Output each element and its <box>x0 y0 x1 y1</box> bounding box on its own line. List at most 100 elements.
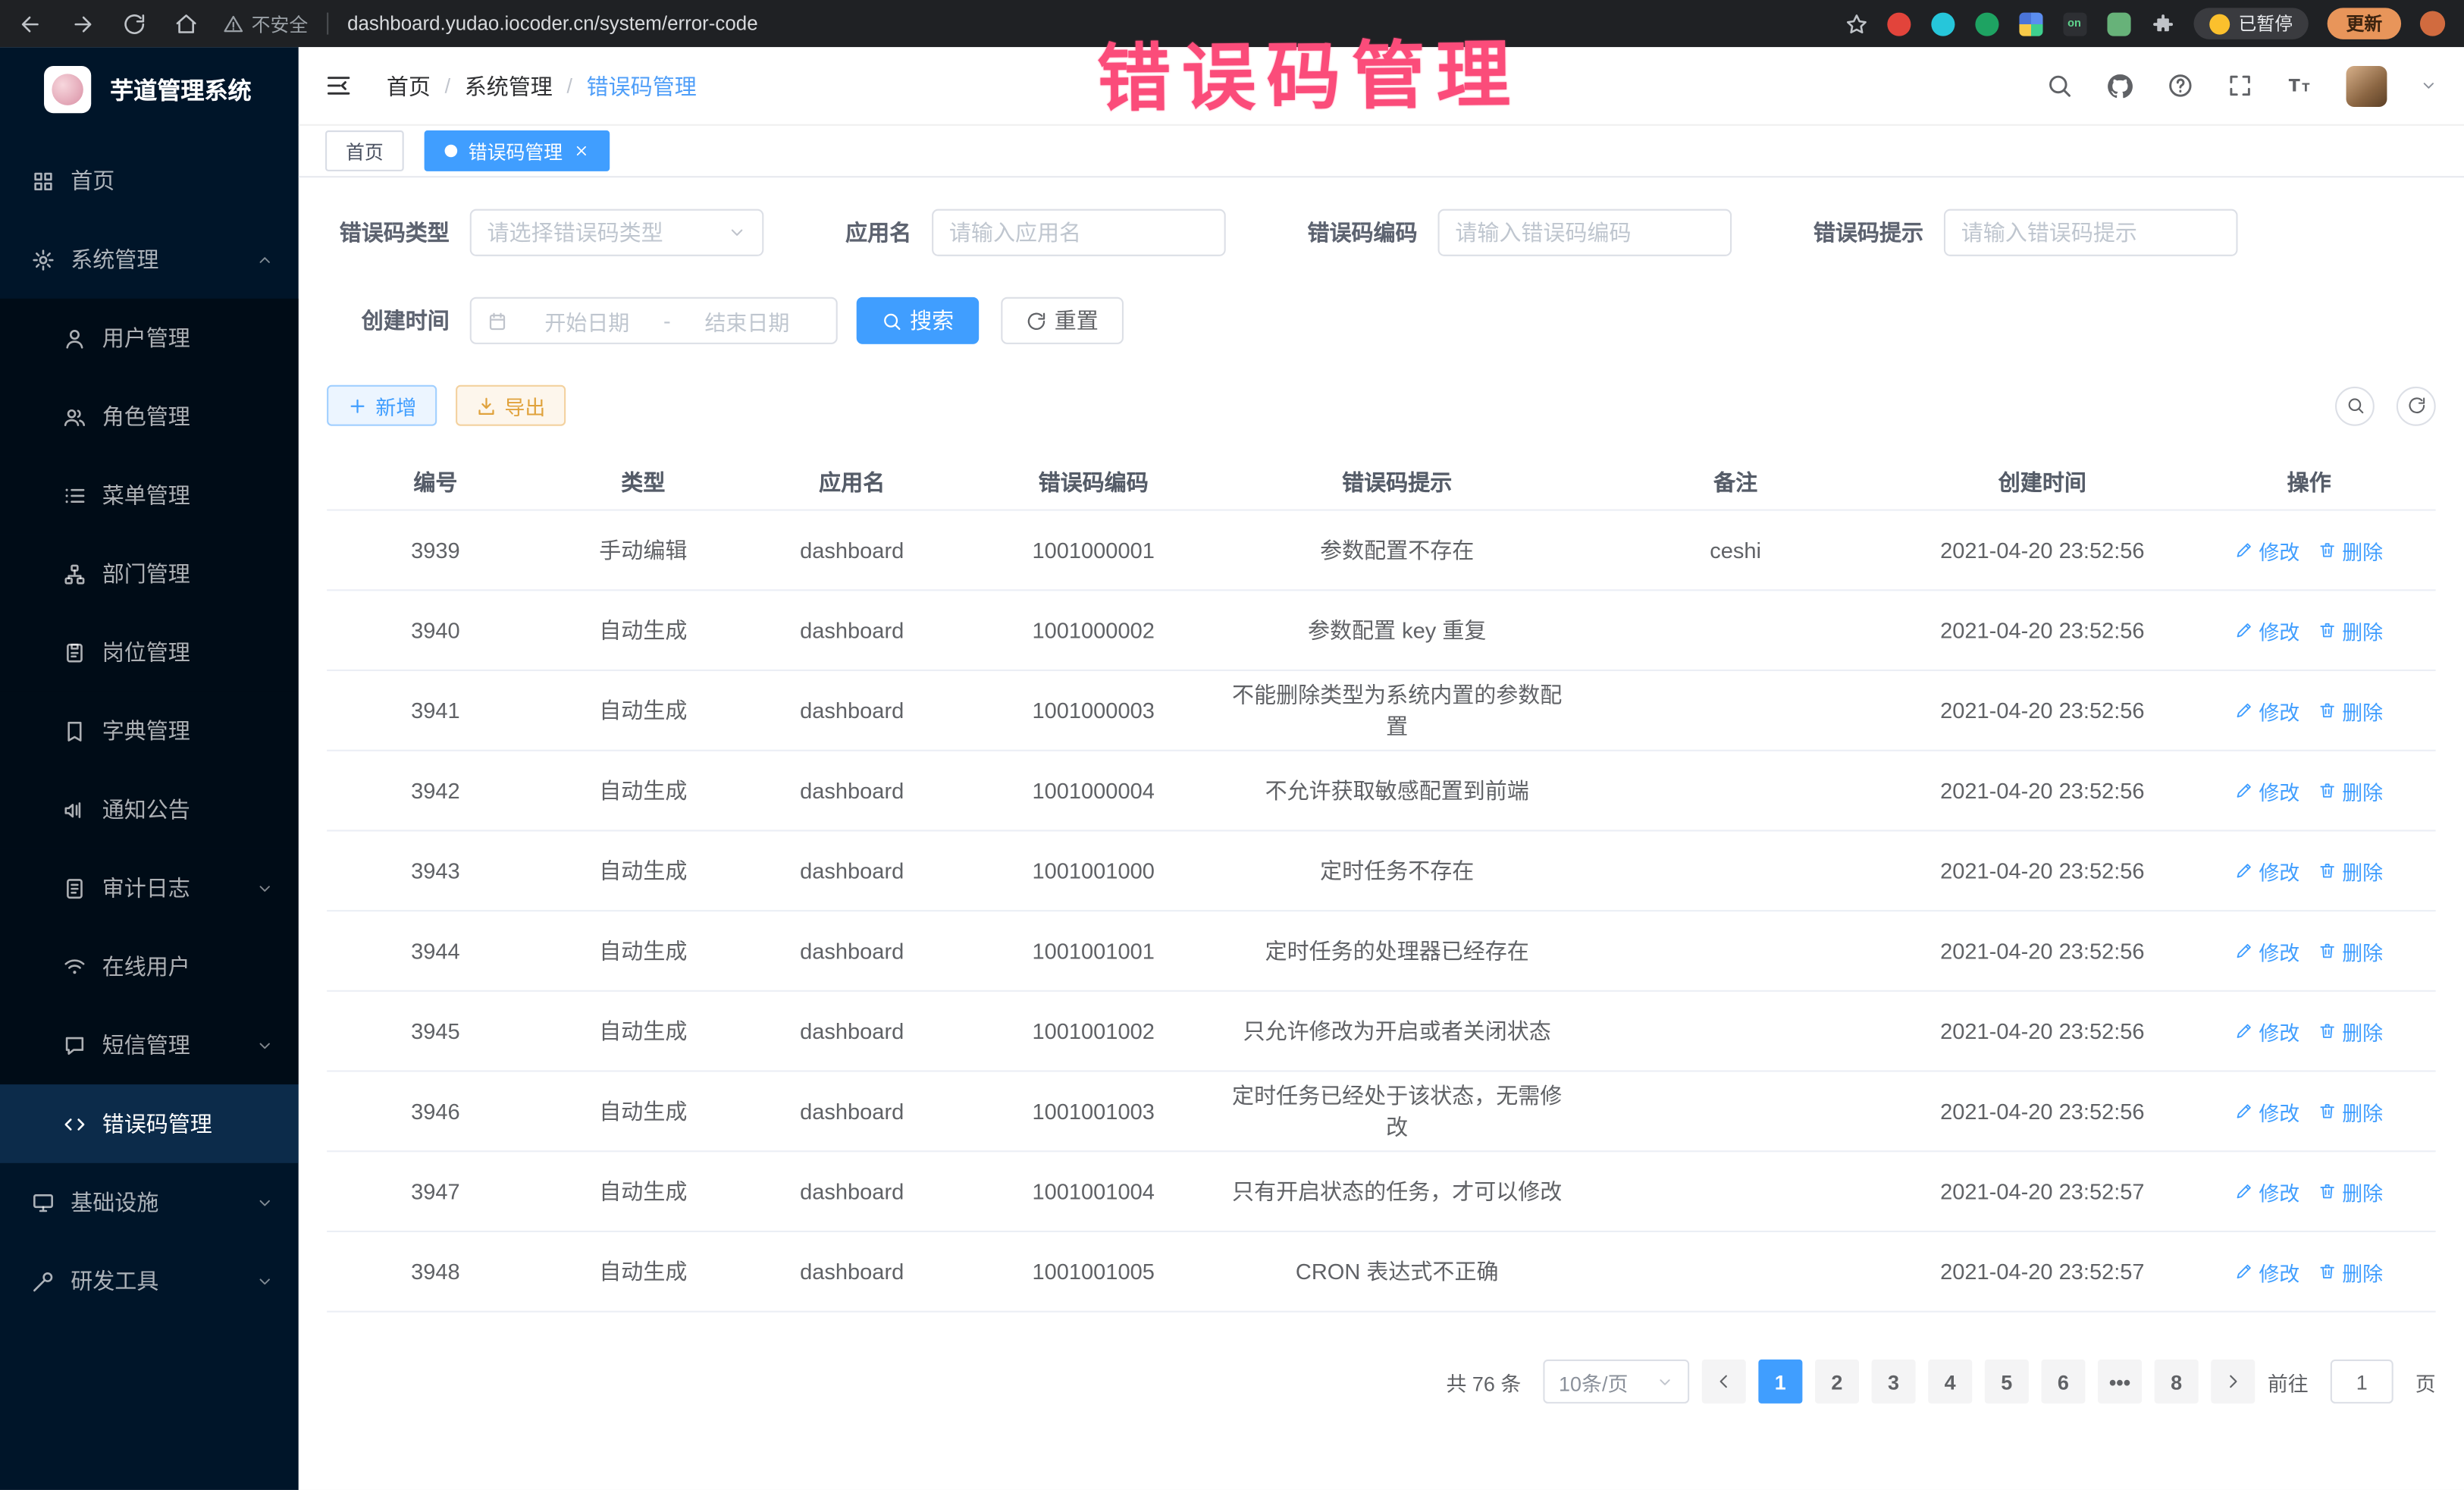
edit-button[interactable]: 修改 <box>2235 936 2299 965</box>
page-button[interactable]: 4 <box>1928 1360 1972 1404</box>
edit-button[interactable]: 修改 <box>2235 1256 2299 1286</box>
tab-error-code[interactable]: 错误码管理 <box>425 130 610 171</box>
fullscreen-icon[interactable] <box>2227 72 2253 99</box>
delete-button[interactable]: 删除 <box>2318 1176 2383 1206</box>
delete-button[interactable]: 删除 <box>2318 695 2383 725</box>
delete-button[interactable]: 删除 <box>2318 1016 2383 1046</box>
delete-icon <box>2318 942 2337 961</box>
font-size-icon[interactable] <box>2287 72 2313 99</box>
refresh-table-button[interactable] <box>2397 386 2436 425</box>
sidebar: 芋道管理系统 首页 系统管理 用户管理 角色管理 菜单管理 部门管理 岗位管理 <box>0 47 299 1490</box>
sidebar-item-org[interactable]: 部门管理 <box>0 535 299 613</box>
app-logo[interactable]: 芋道管理系统 <box>0 47 299 132</box>
edit-button[interactable]: 修改 <box>2235 615 2299 645</box>
extensions-puzzle-icon[interactable] <box>2150 12 2174 36</box>
goto-page-input[interactable] <box>2331 1360 2393 1404</box>
page-button[interactable]: 2 <box>1815 1360 1859 1404</box>
extension-icon-green2[interactable] <box>2106 12 2130 36</box>
sidebar-item-megaphone[interactable]: 通知公告 <box>0 770 299 849</box>
sidebar-item-sms[interactable]: 短信管理 <box>0 1006 299 1085</box>
close-icon[interactable] <box>574 143 590 159</box>
page-button[interactable]: 8 <box>2155 1360 2199 1404</box>
reset-button[interactable]: 重置 <box>1001 297 1124 344</box>
add-button[interactable]: 新增 <box>327 385 437 426</box>
extension-icon-green[interactable] <box>1974 12 1998 36</box>
browser-home-icon[interactable] <box>174 12 198 36</box>
back-icon[interactable] <box>19 12 42 36</box>
url-bar[interactable]: dashboard.yudao.iocoder.cn/system/error-… <box>347 13 758 35</box>
edit-button[interactable]: 修改 <box>2235 1016 2299 1046</box>
search-button[interactable]: 搜索 <box>857 297 980 344</box>
extension-icon-red[interactable] <box>1886 12 1910 36</box>
user-avatar[interactable] <box>2346 65 2387 106</box>
paused-badge[interactable]: 已暂停 <box>2193 8 2308 39</box>
edit-button[interactable]: 修改 <box>2235 856 2299 886</box>
sidebar-item-log[interactable]: 审计日志 <box>0 849 299 927</box>
browser-profile-avatar[interactable] <box>2420 11 2445 36</box>
chevron-down-icon <box>1657 1373 1674 1391</box>
sidebar-item-home[interactable]: 首页 <box>0 142 299 221</box>
breadcrumb-home[interactable]: 首页 <box>387 70 431 101</box>
sidebar-item-infra[interactable]: 基础设施 <box>0 1163 299 1242</box>
reload-icon[interactable] <box>123 12 146 36</box>
sidebar-item-code[interactable]: 错误码管理 <box>0 1084 299 1163</box>
delete-button[interactable]: 删除 <box>2318 615 2383 645</box>
page-button[interactable]: 1 <box>1758 1360 1802 1404</box>
page-size-select[interactable]: 10条/页 <box>1543 1360 1689 1404</box>
delete-label: 删除 <box>2342 695 2383 725</box>
github-icon[interactable] <box>2105 71 2133 99</box>
toggle-search-button[interactable] <box>2335 386 2375 425</box>
edit-button[interactable]: 修改 <box>2235 1096 2299 1126</box>
delete-button[interactable]: 删除 <box>2318 1096 2383 1126</box>
sidebar-item-online[interactable]: 在线用户 <box>0 927 299 1006</box>
delete-label: 删除 <box>2342 615 2383 645</box>
sidebar-item-menu-list[interactable]: 菜单管理 <box>0 456 299 535</box>
page-button[interactable]: ••• <box>2098 1360 2142 1404</box>
delete-button[interactable]: 删除 <box>2318 535 2383 565</box>
search-icon[interactable] <box>2046 72 2073 99</box>
forward-icon[interactable] <box>71 12 94 36</box>
sidebar-item-book[interactable]: 字典管理 <box>0 692 299 770</box>
edit-button[interactable]: 修改 <box>2235 776 2299 805</box>
create-time-range-picker[interactable]: 开始日期 - 结束日期 <box>470 297 838 344</box>
next-page-button[interactable] <box>2211 1360 2255 1404</box>
cell-id: 3946 <box>327 1099 544 1124</box>
sidebar-item-user[interactable]: 用户管理 <box>0 299 299 378</box>
app-name-input[interactable] <box>932 209 1226 256</box>
chevron-down-icon[interactable] <box>2420 77 2437 95</box>
breadcrumb-system[interactable]: 系统管理 <box>465 70 553 101</box>
page-button[interactable]: 6 <box>2041 1360 2085 1404</box>
extension-icon-on[interactable]: on <box>2062 12 2086 36</box>
delete-button[interactable]: 删除 <box>2318 1256 2383 1286</box>
edit-button[interactable]: 修改 <box>2235 535 2299 565</box>
cell-error-code: 1001001002 <box>961 1018 1225 1043</box>
delete-button[interactable]: 删除 <box>2318 856 2383 886</box>
edit-button[interactable]: 修改 <box>2235 695 2299 725</box>
page-button[interactable]: 5 <box>1985 1360 2029 1404</box>
tab-home[interactable]: 首页 <box>325 130 404 171</box>
cell-error-code: 1001001004 <box>961 1179 1225 1204</box>
extension-icon-teal[interactable] <box>1930 12 1954 36</box>
error-hint-input[interactable] <box>1944 209 2238 256</box>
extension-icon-grid[interactable] <box>2018 12 2042 36</box>
bookmark-star-icon[interactable] <box>1844 12 1867 36</box>
sidebar-item-tools[interactable]: 研发工具 <box>0 1241 299 1320</box>
menu-fold-icon[interactable] <box>325 72 352 99</box>
help-icon[interactable] <box>2167 72 2193 99</box>
page-button[interactable]: 3 <box>1872 1360 1916 1404</box>
error-code-input[interactable] <box>1438 209 1732 256</box>
sidebar-item-users[interactable]: 角色管理 <box>0 377 299 456</box>
edit-button[interactable]: 修改 <box>2235 1176 2299 1206</box>
cell-error-hint: 定时任务不存在 <box>1225 855 1569 886</box>
error-type-select[interactable]: 请选择错误码类型 <box>470 209 764 256</box>
update-button[interactable]: 更新 <box>2328 8 2401 39</box>
security-status[interactable]: 不安全 <box>223 10 308 36</box>
cell-id: 3948 <box>327 1259 544 1284</box>
sidebar-item-label: 系统管理 <box>71 243 158 274</box>
sidebar-item-badge[interactable]: 岗位管理 <box>0 613 299 692</box>
sidebar-item-gear[interactable]: 系统管理 <box>0 220 299 299</box>
delete-button[interactable]: 删除 <box>2318 776 2383 805</box>
export-button[interactable]: 导出 <box>456 385 566 426</box>
prev-page-button[interactable] <box>1702 1360 1746 1404</box>
delete-button[interactable]: 删除 <box>2318 936 2383 965</box>
